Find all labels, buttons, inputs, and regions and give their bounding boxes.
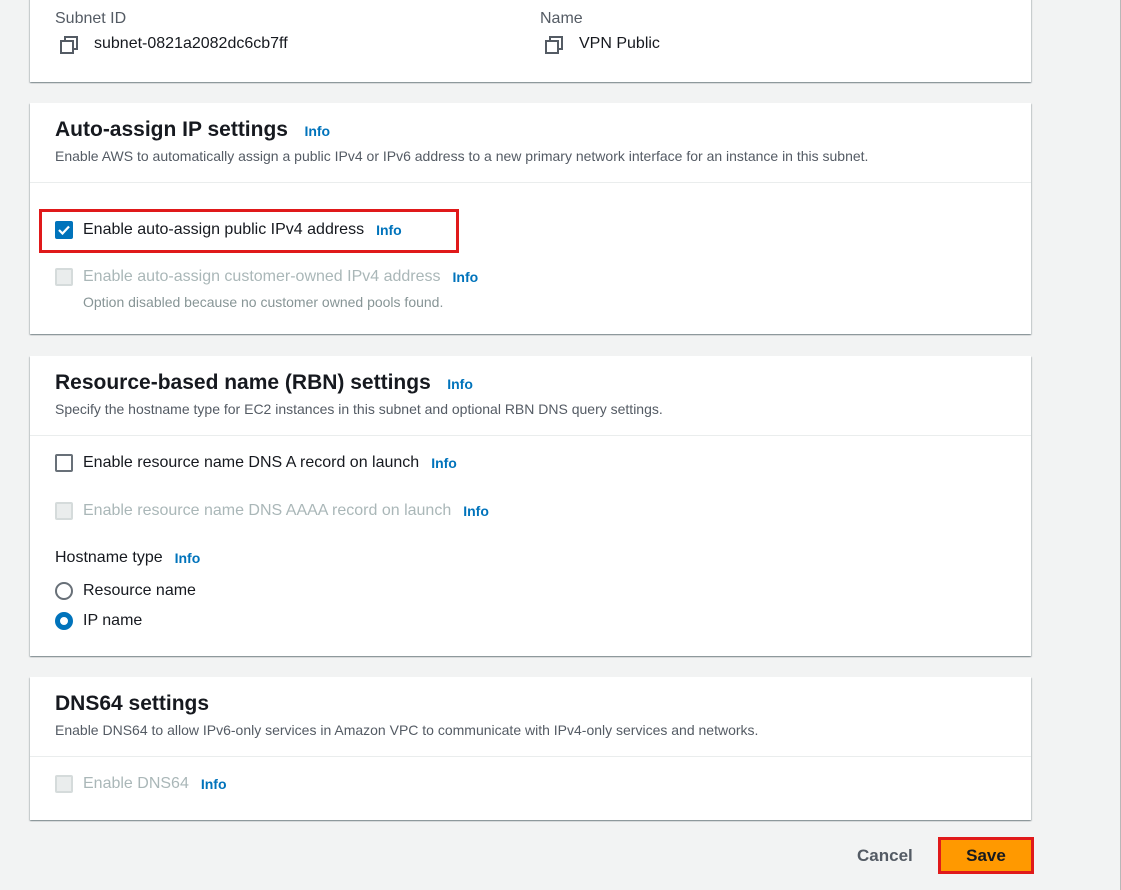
dns-a-checkbox[interactable] [55, 454, 73, 472]
subnet-id-label: Subnet ID [55, 10, 127, 27]
customer-owned-option: Enable auto-assign customer-owned IPv4 a… [55, 268, 478, 286]
dns64-title: DNS64 settings [55, 692, 210, 715]
subnet-details-card: Subnet ID subnet-0821a2082dc6cb7ff Name … [30, 0, 1031, 82]
dns64-description: Enable DNS64 to allow IPv6-only services… [55, 722, 759, 738]
dns-a-option[interactable]: Enable resource name DNS A record on lau… [55, 454, 457, 472]
dns64-option: Enable DNS64 Info [55, 775, 227, 793]
customer-owned-label: Enable auto-assign customer-owned IPv4 a… [83, 268, 441, 285]
rbn-settings-card: Resource-based name (RBN) settings Info … [30, 356, 1031, 656]
radio-ip-name[interactable]: IP name [55, 612, 142, 630]
save-button[interactable]: Save [938, 837, 1034, 874]
copy-icon[interactable] [545, 36, 563, 54]
dns64-info-link[interactable]: Info [201, 776, 227, 792]
customer-owned-info-link[interactable]: Info [453, 269, 479, 285]
ipv4-option[interactable]: Enable auto-assign public IPv4 address I… [55, 221, 402, 239]
name-label: Name [540, 10, 583, 27]
dns-aaaa-option: Enable resource name DNS AAAA record on … [55, 502, 489, 520]
name-value: VPN Public [579, 35, 660, 52]
ipv4-label: Enable auto-assign public IPv4 address [83, 221, 365, 238]
cancel-button[interactable]: Cancel [857, 846, 913, 866]
radio-label: IP name [83, 612, 143, 629]
auto-assign-description: Enable AWS to automatically assign a pub… [55, 148, 869, 164]
subnet-id-value: subnet-0821a2082dc6cb7ff [94, 35, 288, 52]
rbn-info-link[interactable]: Info [447, 376, 473, 392]
radio-resource-name[interactable]: Resource name [55, 582, 196, 600]
rbn-description: Specify the hostname type for EC2 instan… [55, 401, 663, 417]
customer-owned-checkbox [55, 268, 73, 286]
radio-button-selected[interactable] [55, 612, 73, 630]
rbn-title: Resource-based name (RBN) settings [55, 371, 431, 394]
auto-assign-title: Auto-assign IP settings [55, 118, 288, 141]
subnet-id-field: Subnet ID subnet-0821a2082dc6cb7ff [55, 10, 288, 54]
dns64-checkbox [55, 775, 73, 793]
radio-button[interactable] [55, 582, 73, 600]
dns-a-label: Enable resource name DNS A record on lau… [83, 454, 420, 471]
customer-owned-note: Option disabled because no customer owne… [83, 294, 444, 310]
hostname-type-info-link[interactable]: Info [175, 550, 201, 566]
dns-aaaa-checkbox [55, 502, 73, 520]
check-icon [58, 225, 70, 235]
hostname-type-heading: Hostname type Info [55, 549, 200, 567]
dns-a-info-link[interactable]: Info [431, 455, 457, 471]
dns-aaaa-label: Enable resource name DNS AAAA record on … [83, 502, 452, 519]
dns64-settings-card: DNS64 settings Enable DNS64 to allow IPv… [30, 677, 1031, 820]
hostname-type-label: Hostname type [55, 549, 163, 566]
copy-icon[interactable] [60, 36, 78, 54]
dns-aaaa-info-link[interactable]: Info [463, 503, 489, 519]
dns64-label: Enable DNS64 [83, 775, 189, 792]
auto-assign-info-link[interactable]: Info [304, 123, 330, 139]
radio-label: Resource name [83, 582, 196, 599]
name-field: Name VPN Public [540, 10, 660, 54]
ipv4-info-link[interactable]: Info [376, 222, 402, 238]
auto-assign-ip-card: Auto-assign IP settings Info Enable AWS … [30, 103, 1031, 334]
ipv4-checkbox[interactable] [55, 221, 73, 239]
